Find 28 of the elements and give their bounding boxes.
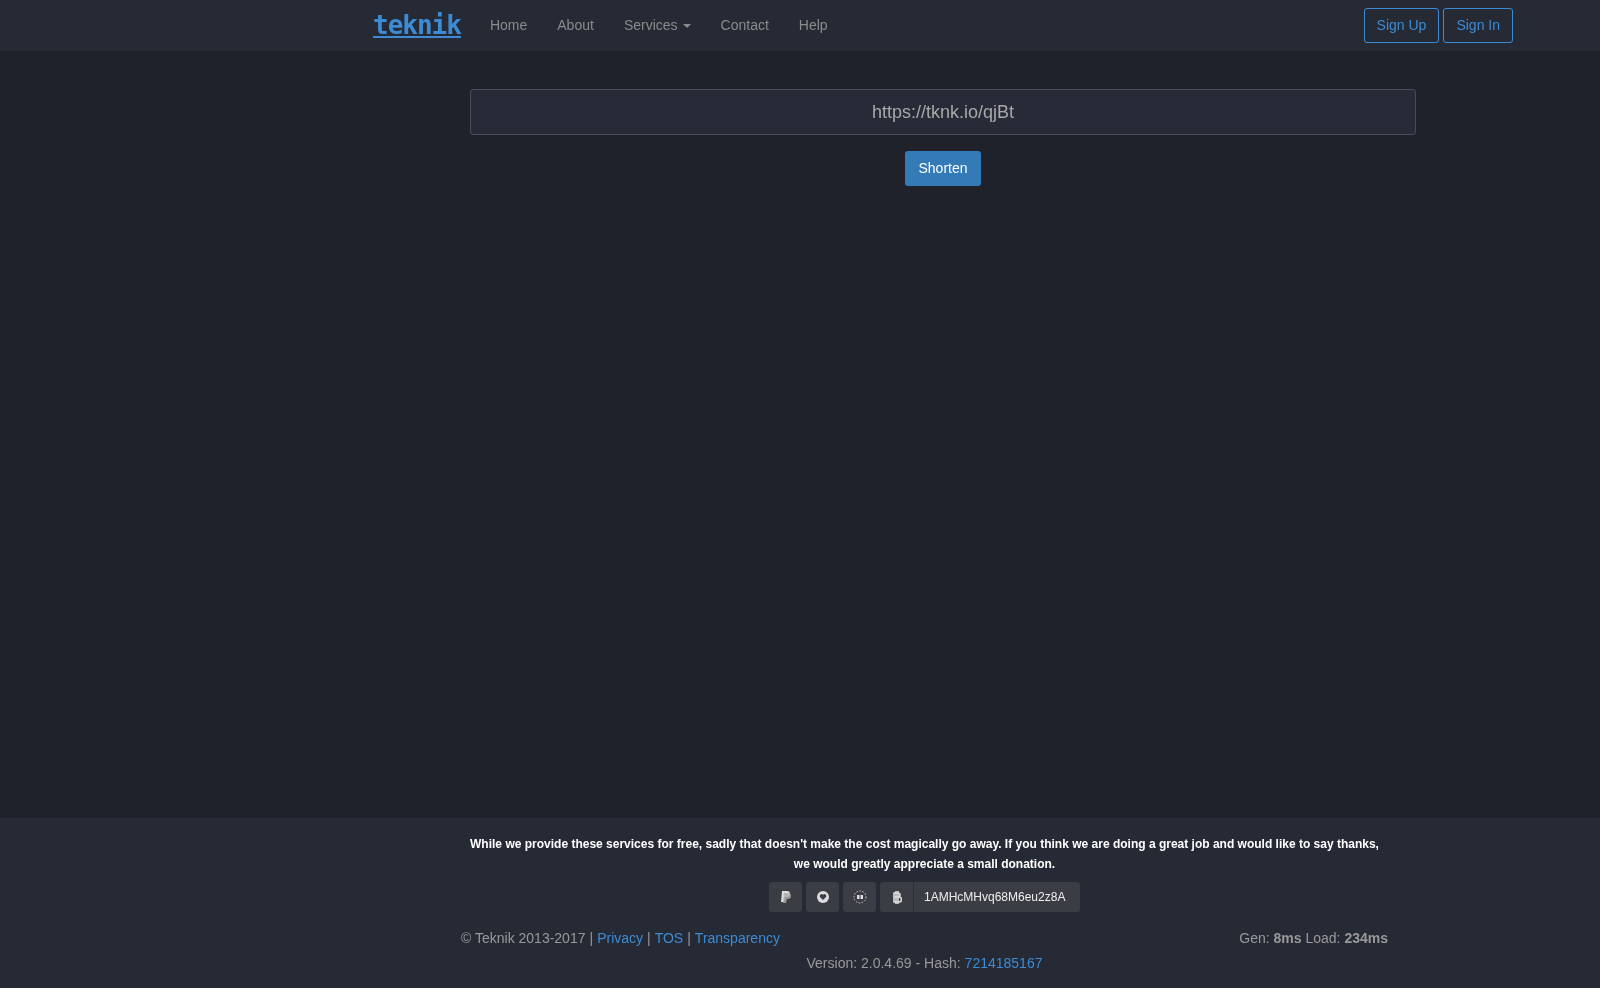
footer-link[interactable]: TOS — [654, 928, 684, 949]
donate-button[interactable] — [769, 882, 802, 912]
logo[interactable]: teknik — [373, 6, 475, 45]
version-text: Version: 2.0.4.69 - Hash: — [806, 954, 961, 973]
nav-link[interactable]: Home — [474, 15, 543, 36]
paypal-icon — [778, 890, 793, 904]
donate-button[interactable] — [806, 882, 839, 912]
url-field[interactable]: https://tknk.io/qjBt — [470, 89, 1416, 135]
footer-link[interactable]: Privacy — [597, 928, 644, 949]
nav-link[interactable]: Help — [783, 15, 843, 36]
donate-button[interactable] — [843, 882, 876, 912]
shorten-button[interactable]: Shorten — [905, 151, 981, 186]
bitcoin-address-field[interactable]: 1AMHcMHvq68M6eu2z8A — [880, 882, 1080, 912]
separator: | — [589, 929, 594, 948]
nav-link[interactable]: Contact — [705, 15, 784, 36]
timing-info: Gen: 8ms Load: 234ms — [1239, 929, 1388, 948]
copyright-text: © Teknik 2013-2017 — [461, 929, 586, 948]
donation-message: While we provide these services for free, sadly that doesn't make the cost magically go away. If you think we are doing a great job and would like to say thanks, we would greatly appreciate a small donation. — [469, 836, 1380, 873]
separator: | — [647, 929, 651, 948]
footer-link[interactable]: Transparency — [694, 928, 780, 949]
sign-in-button[interactable]: Sign In — [1443, 8, 1513, 43]
separator: | — [687, 929, 691, 948]
nav-link[interactable]: About — [542, 15, 609, 36]
sign-up-button[interactable]: Sign Up — [1363, 8, 1440, 43]
dotted-circle-icon — [852, 890, 867, 904]
services-dropdown[interactable]: Services — [608, 15, 706, 36]
hash-link[interactable]: 7214185167 — [964, 953, 1043, 974]
caret-icon — [682, 23, 691, 28]
